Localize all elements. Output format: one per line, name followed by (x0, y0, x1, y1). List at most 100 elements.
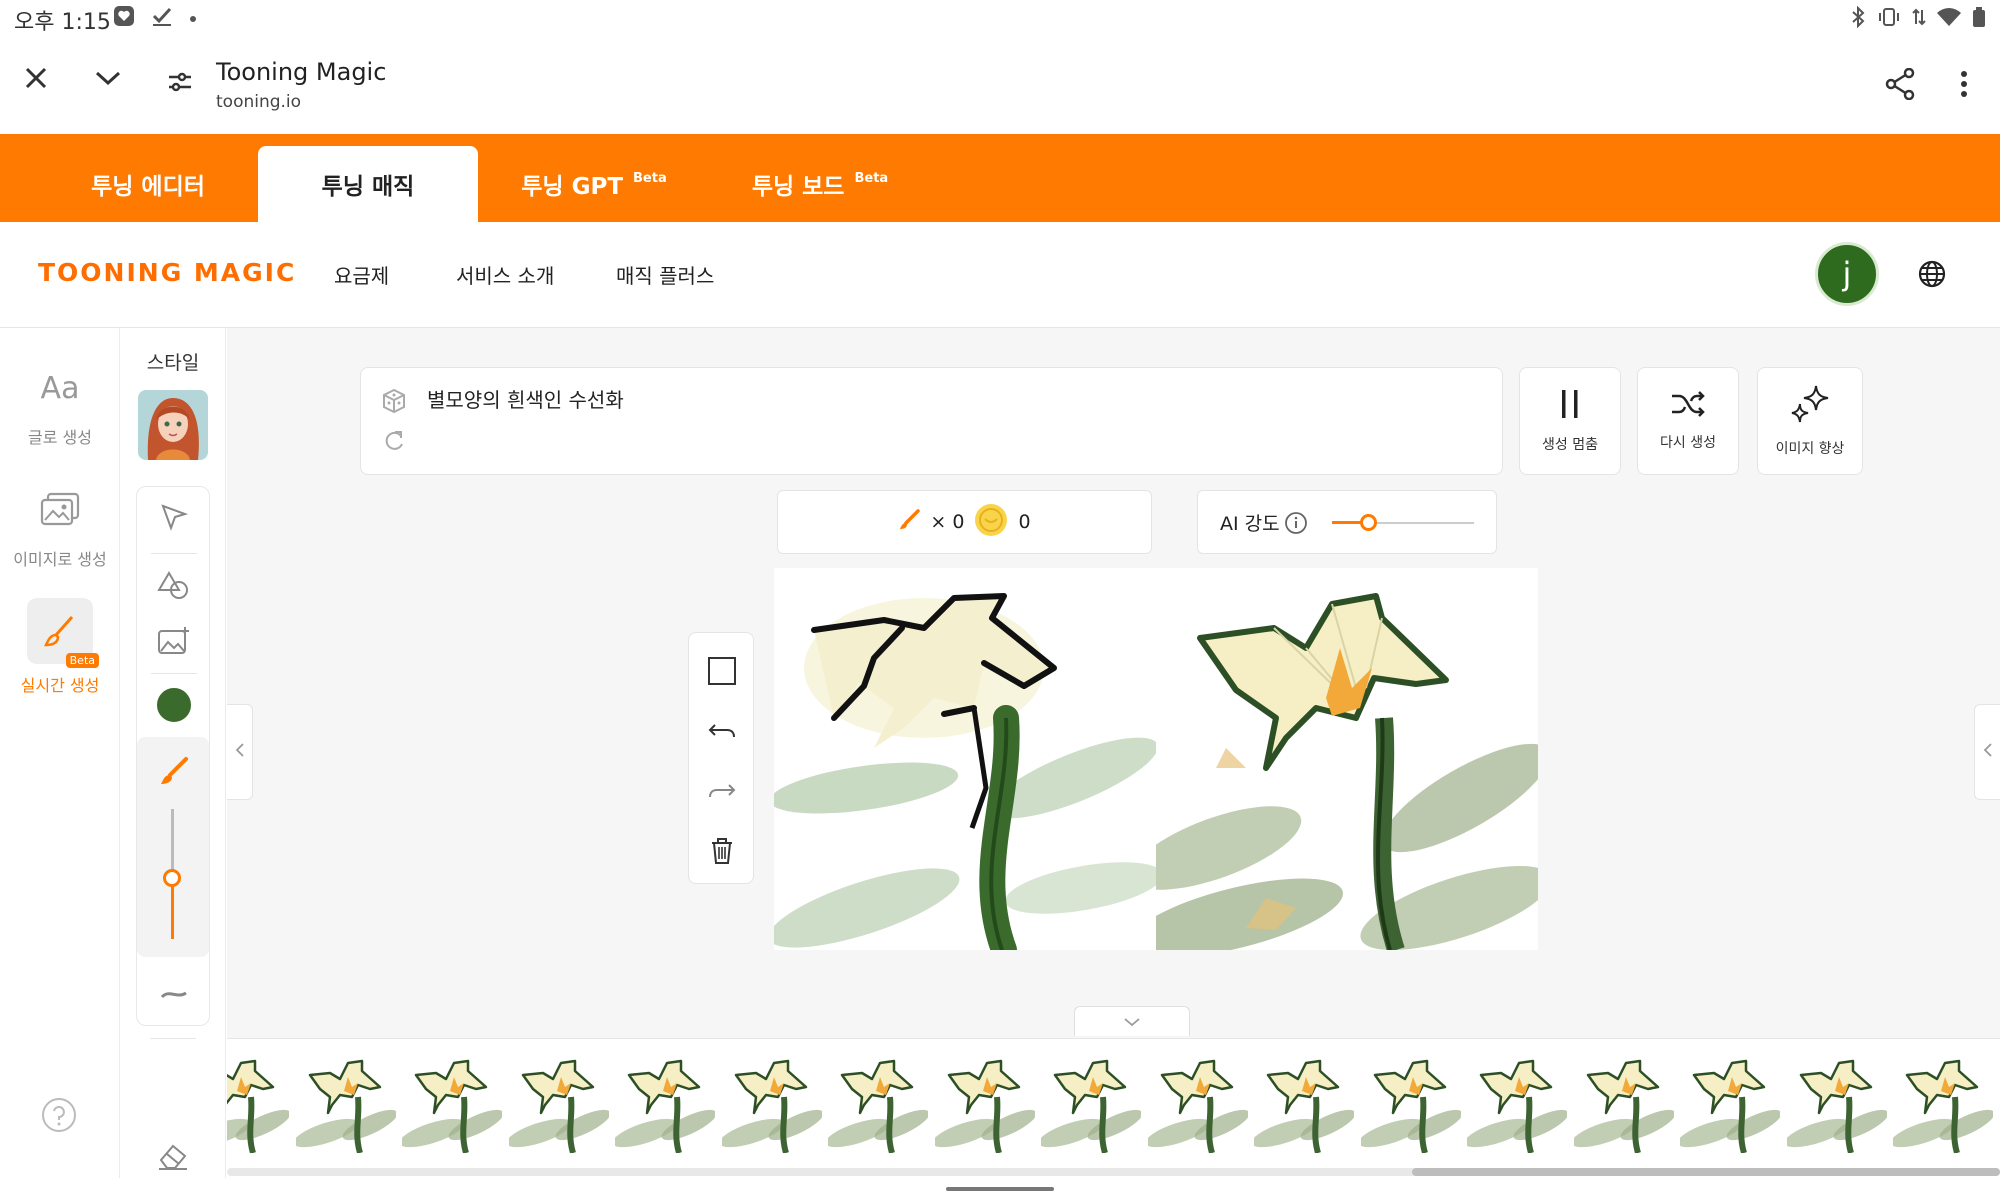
history-thumbnail[interactable] (1145, 1053, 1249, 1154)
color-swatch[interactable] (137, 677, 211, 733)
credit-counter: × 0 0 (777, 490, 1152, 554)
chevron-down-icon (1123, 1012, 1141, 1031)
add-image-icon[interactable] (137, 613, 211, 669)
history-thumbnail[interactable] (719, 1053, 823, 1154)
sidebar-item-image-generate[interactable]: 이미지로 생성 (0, 482, 120, 570)
close-icon[interactable] (12, 54, 60, 102)
status-time: 오후 1:15 (14, 10, 111, 35)
sidebar-item-text-generate[interactable]: Aa 글로 생성 (0, 360, 120, 448)
history-thumbnail[interactable] (1784, 1053, 1888, 1154)
brush-count: × 0 (930, 511, 965, 533)
dot-icon (188, 9, 198, 28)
history-thumbnail[interactable] (1251, 1053, 1356, 1154)
history-thumbnail[interactable] (612, 1053, 717, 1154)
history-thumbnail[interactable] (932, 1053, 1036, 1154)
history-thumbnail[interactable] (1571, 1053, 1675, 1154)
avatar-letter: j (1842, 255, 1852, 293)
coin-count: 0 (1018, 511, 1031, 533)
history-thumbnail[interactable] (1038, 1053, 1143, 1154)
frame-icon[interactable] (689, 641, 755, 701)
beta-badge: Beta (65, 653, 99, 668)
tab-tooning-board[interactable]: 투닝 보드 Beta (720, 146, 920, 222)
pause-generation-button[interactable]: 생성 멈춤 (1519, 367, 1621, 475)
trash-icon[interactable] (689, 821, 755, 881)
site-nav: TOONING MAGIC 요금제 서비스 소개 매직 플러스 j (0, 222, 2000, 328)
ai-strength-slider[interactable] (1359, 514, 1377, 531)
select-arrow-icon[interactable] (137, 489, 211, 545)
history-thumbnail[interactable] (1358, 1053, 1462, 1154)
history-thumbnail[interactable] (293, 1053, 397, 1154)
text-aa-icon: Aa (40, 370, 80, 406)
history-thumbnail[interactable] (506, 1053, 610, 1154)
pause-icon (1558, 388, 1582, 424)
sidebar-item-label: 글로 생성 (28, 428, 92, 447)
tab-tooning-editor[interactable]: 투닝 에디터 (40, 146, 256, 222)
history-thumbnail[interactable] (1890, 1053, 1995, 1154)
more-vert-icon[interactable] (1940, 60, 1988, 108)
dice-icon[interactable] (381, 388, 407, 418)
site-settings-icon[interactable] (156, 58, 204, 106)
nav-service-intro[interactable]: 서비스 소개 (456, 260, 554, 289)
action-label: 다시 생성 (1660, 435, 1716, 451)
history-scrollbar-thumb[interactable] (1412, 1168, 2000, 1176)
tab-label: 투닝 에디터 (91, 174, 205, 200)
brush-size-slider[interactable] (163, 869, 181, 887)
globe-icon[interactable] (1918, 260, 1946, 292)
brush-icon: Beta (27, 598, 99, 668)
history-thumbnail[interactable] (399, 1053, 504, 1154)
history-thumbnail[interactable] (227, 1053, 291, 1154)
battery-icon (1972, 6, 1986, 32)
drawing-canvas[interactable] (768, 568, 1163, 963)
chevron-left-icon (235, 742, 245, 762)
shapes-icon[interactable] (137, 557, 211, 613)
history-thumbnail[interactable] (825, 1053, 930, 1154)
enhance-image-button[interactable]: 이미지 향상 (1757, 367, 1863, 475)
nav-magic-plus[interactable]: 매직 플러스 (616, 260, 714, 289)
smooth-line-icon[interactable] (137, 967, 211, 1023)
image-gallery-icon (32, 482, 88, 538)
drawing-tools: 스타일 (120, 328, 226, 1178)
history-thumbnail[interactable] (1677, 1053, 1782, 1154)
beta-label: Beta (633, 170, 667, 186)
page-title: Tooning Magic (216, 58, 387, 86)
mode-sidebar: Aa 글로 생성 이미지로 생성 Beta 실시간 생성 (0, 328, 120, 1178)
shield-heart-icon (112, 4, 136, 32)
chevron-left-icon (1983, 742, 1993, 762)
prompt-box[interactable]: 별모양의 흰색인 수선화 (360, 367, 1503, 475)
share-icon[interactable] (1876, 60, 1924, 108)
info-icon[interactable] (1284, 511, 1308, 539)
nav-pricing[interactable]: 요금제 (334, 260, 389, 289)
history-toggle[interactable] (1074, 1006, 1190, 1036)
history-strip (227, 1038, 2000, 1170)
prompt-text[interactable]: 별모양의 흰색인 수선화 (427, 384, 624, 413)
refresh-icon[interactable] (381, 428, 407, 458)
eraser-icon[interactable] (136, 1134, 210, 1178)
undo-icon[interactable] (689, 701, 755, 761)
tab-tooning-magic[interactable]: 투닝 매직 (258, 146, 478, 222)
page-url[interactable]: tooning.io (216, 92, 301, 112)
left-panel-toggle[interactable] (227, 704, 253, 800)
tooning-magic-logo[interactable]: TOONING MAGIC (38, 258, 296, 287)
beta-label: Beta (854, 170, 889, 186)
bluetooth-icon (1850, 5, 1866, 32)
sidebar-item-label: 이미지로 생성 (13, 550, 107, 569)
help-icon[interactable] (40, 1096, 78, 1138)
history-thumbnail[interactable] (1464, 1053, 1569, 1154)
generated-image[interactable] (1129, 568, 1552, 958)
tab-label: 투닝 보드 (751, 174, 845, 200)
tab-tooning-gpt[interactable]: 투닝 GPT Beta (494, 146, 694, 222)
tab-label: 투닝 GPT (521, 174, 624, 200)
browser-toolbar: Tooning Magic tooning.io (0, 38, 2000, 134)
avatar[interactable]: j (1815, 242, 1879, 306)
redo-icon[interactable] (689, 761, 755, 821)
sparkle-icon (1788, 384, 1832, 428)
regenerate-button[interactable]: 다시 생성 (1637, 367, 1739, 475)
right-panel-toggle[interactable] (1974, 704, 2000, 800)
brush-icon[interactable] (137, 743, 211, 799)
sidebar-item-realtime-generate[interactable]: Beta 실시간 생성 (0, 598, 120, 696)
style-label: 스타일 (146, 352, 200, 374)
chevron-down-icon[interactable] (84, 54, 132, 102)
home-indicator (946, 1187, 1054, 1191)
data-arrows-icon (1912, 6, 1926, 32)
style-thumbnail[interactable] (138, 390, 208, 460)
